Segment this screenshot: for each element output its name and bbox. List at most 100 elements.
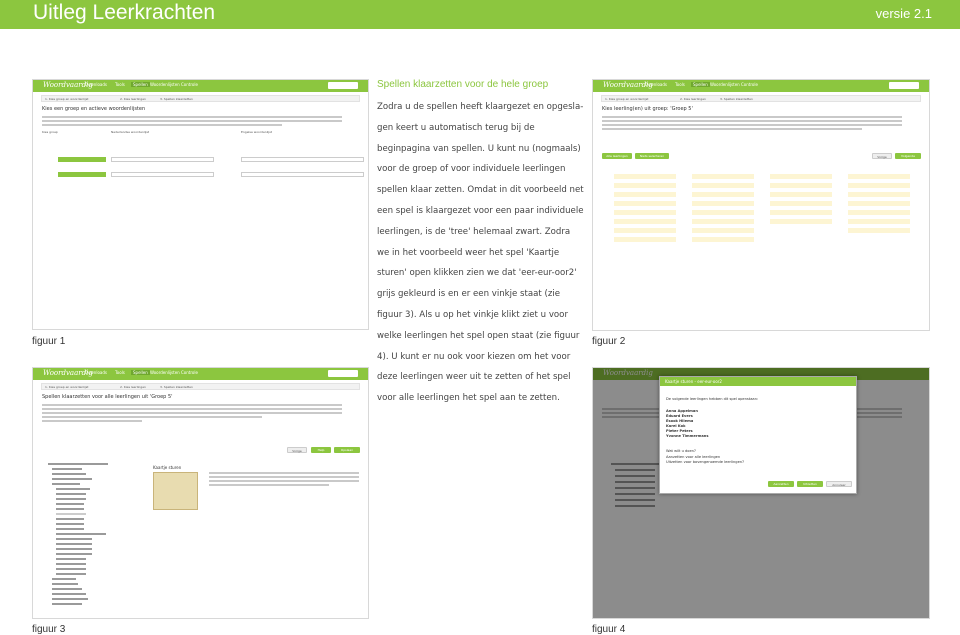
nav-woordenlijsten[interactable]: Woordenlijsten (710, 82, 740, 87)
step-1[interactable]: 1. Kies groep en woordenlijst (605, 97, 649, 101)
tree-item-highlighted[interactable] (56, 513, 86, 515)
option-enable-all[interactable]: Aanzetten voor alle leerlingen (666, 455, 720, 459)
student-cell[interactable] (692, 219, 754, 225)
student-cell[interactable] (692, 228, 754, 234)
back-button[interactable]: Vorige (287, 447, 307, 453)
tree-item[interactable] (52, 578, 76, 580)
enable-button[interactable]: Aanzetten (768, 481, 794, 487)
cancel-button[interactable]: Annuleer (826, 481, 852, 487)
step-2[interactable]: 2. Kies leerlingen (120, 385, 146, 389)
step-3[interactable]: 3. Spellen klaarzetten (160, 97, 193, 101)
tree-item[interactable] (56, 563, 86, 565)
step-3[interactable]: 3. Spellen klaarzetten (160, 385, 193, 389)
nav-downloads[interactable]: Downloads (645, 82, 667, 87)
student-cell[interactable] (692, 237, 754, 243)
student-cell[interactable] (614, 174, 676, 180)
student-cell[interactable] (614, 201, 676, 207)
step-3[interactable]: 3. Spellen klaarzetten (720, 97, 753, 101)
nl-list-select-1[interactable] (111, 157, 214, 162)
student-cell[interactable] (848, 219, 910, 225)
student-cell[interactable] (614, 192, 676, 198)
back-button[interactable]: Vorige (872, 153, 892, 159)
student-cell[interactable] (848, 183, 910, 189)
tree-item[interactable] (52, 593, 86, 595)
tree-item[interactable] (52, 478, 92, 480)
tree-item[interactable] (52, 483, 80, 485)
student-cell[interactable] (692, 174, 754, 180)
student-cell[interactable] (770, 219, 832, 225)
tree-item[interactable] (52, 583, 78, 585)
tree-item[interactable] (56, 498, 86, 500)
tree-item[interactable] (52, 473, 86, 475)
student-cell[interactable] (692, 183, 754, 189)
select-all-button[interactable]: Alle leerlingen (602, 153, 632, 159)
tree-item[interactable] (48, 463, 108, 465)
student-cell[interactable] (770, 210, 832, 216)
nav-controle[interactable]: Controle (741, 82, 758, 87)
tree-item[interactable] (52, 468, 82, 470)
nav-downloads[interactable]: Downloads (85, 370, 107, 375)
step-2[interactable]: 2. Kies leerlingen (680, 97, 706, 101)
student-cell[interactable] (848, 174, 910, 180)
student-cell[interactable] (614, 228, 676, 234)
student-cell[interactable] (770, 192, 832, 198)
nav-controle[interactable]: Controle (181, 370, 198, 375)
help-button[interactable]: Help (311, 447, 331, 453)
student-cell[interactable] (770, 183, 832, 189)
tree-item[interactable] (56, 553, 92, 555)
tree-item[interactable] (56, 528, 84, 530)
student-cell[interactable] (614, 237, 676, 243)
tree-item[interactable] (56, 543, 92, 545)
tree-item[interactable] (56, 538, 92, 540)
tree-item[interactable] (56, 548, 92, 550)
nav-downloads[interactable]: Downloads (85, 82, 107, 87)
nav-spellen[interactable]: Spellen (131, 82, 150, 87)
tree-item[interactable] (52, 598, 88, 600)
tree-item[interactable] (56, 488, 90, 490)
student-cell[interactable] (848, 210, 910, 216)
next-button[interactable]: Volgende (895, 153, 921, 159)
user-button[interactable] (328, 82, 358, 89)
group-row-2[interactable] (58, 172, 106, 177)
nav-controle[interactable]: Controle (181, 82, 198, 87)
student-cell[interactable] (692, 192, 754, 198)
disable-button[interactable]: Uitzetten (797, 481, 823, 487)
student-cell[interactable] (614, 210, 676, 216)
step-1[interactable]: 1. Kies groep en woordenlijst (45, 97, 89, 101)
student-cell[interactable] (614, 219, 676, 225)
en-list-select-2[interactable] (241, 172, 364, 177)
student-cell[interactable] (692, 210, 754, 216)
nav-tools[interactable]: Tools (675, 82, 685, 87)
student-cell[interactable] (614, 183, 676, 189)
save-button[interactable]: Opslaan (334, 447, 360, 453)
tree-item[interactable] (56, 558, 86, 560)
select-none-button[interactable]: Niets selecteren (635, 153, 669, 159)
nav-spellen[interactable]: Spellen (131, 370, 150, 375)
student-cell[interactable] (848, 201, 910, 207)
student-cell[interactable] (692, 201, 754, 207)
tree-item[interactable] (56, 493, 86, 495)
student-cell[interactable] (770, 201, 832, 207)
tree-item[interactable] (56, 518, 84, 520)
tree-item[interactable] (52, 588, 82, 590)
game-tree[interactable] (48, 463, 148, 613)
nav-tools[interactable]: Tools (115, 370, 125, 375)
user-button[interactable] (328, 370, 358, 377)
student-cell[interactable] (848, 192, 910, 198)
tree-item[interactable] (56, 568, 86, 570)
step-2[interactable]: 2. Kies leerlingen (120, 97, 146, 101)
tree-item[interactable] (56, 523, 84, 525)
step-1[interactable]: 1. Kies groep en woordenlijst (45, 385, 89, 389)
user-button[interactable] (889, 82, 919, 89)
tree-item[interactable] (56, 508, 84, 510)
nav-spellen[interactable]: Spellen (691, 82, 710, 87)
student-cell[interactable] (770, 174, 832, 180)
nav-tools[interactable]: Tools (115, 82, 125, 87)
nav-woordenlijsten[interactable]: Woordenlijsten (150, 82, 180, 87)
tree-item[interactable] (56, 573, 86, 575)
option-disable-listed[interactable]: Uitzetten voor bovengenoemde leerlingen? (666, 460, 744, 464)
nav-woordenlijsten[interactable]: Woordenlijsten (150, 370, 180, 375)
tree-item[interactable] (56, 503, 84, 505)
tree-item[interactable] (56, 533, 106, 535)
student-cell[interactable] (848, 228, 910, 234)
